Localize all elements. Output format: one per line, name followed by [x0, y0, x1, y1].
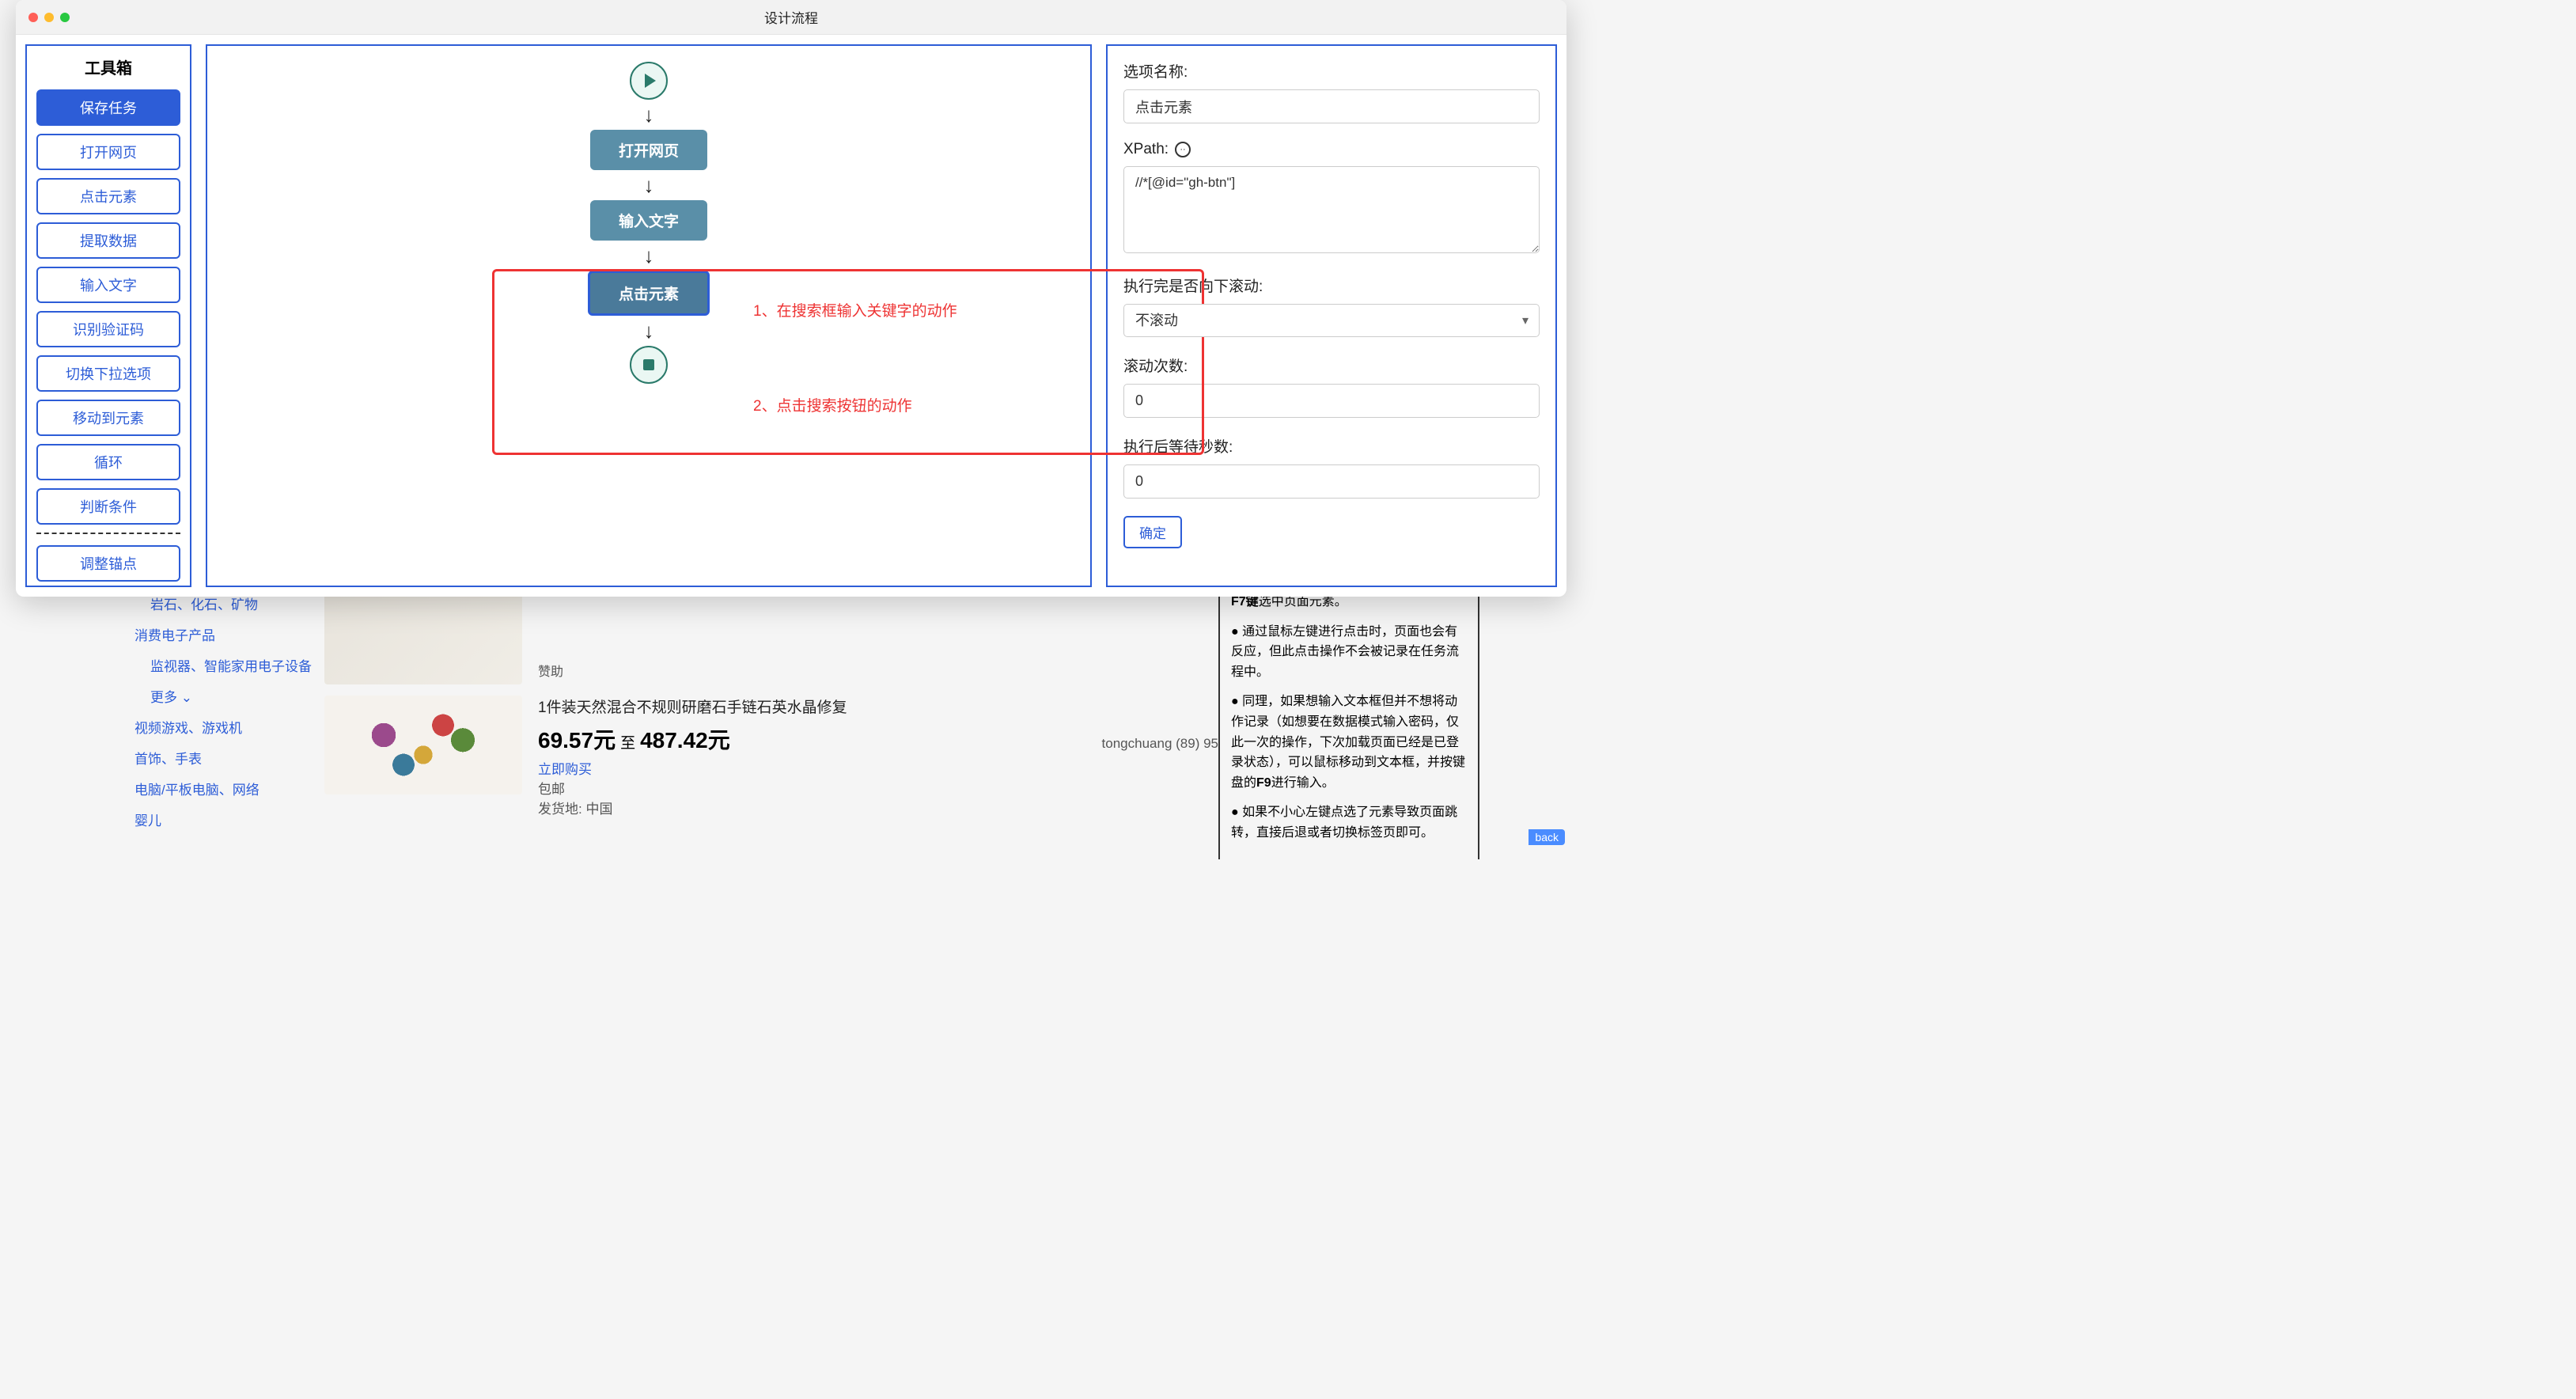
open-webpage-node[interactable]: 打开网页: [590, 130, 707, 170]
annotation-box: [492, 269, 1204, 455]
option-name-label: 选项名称:: [1123, 60, 1540, 82]
recognize-captcha-button[interactable]: 识别验证码: [36, 311, 180, 347]
titlebar: 设计流程: [16, 0, 1566, 35]
open-webpage-button[interactable]: 打开网页: [36, 134, 180, 170]
close-window-button[interactable]: [28, 13, 38, 22]
switch-dropdown-button[interactable]: 切换下拉选项: [36, 355, 180, 392]
category-link[interactable]: 首饰、手表: [134, 748, 324, 768]
shipping-label: 包邮: [538, 778, 1218, 798]
product-image[interactable]: [324, 586, 522, 684]
arrow-icon: ↓: [643, 175, 653, 195]
xpath-label: XPath: ··: [1123, 141, 1540, 158]
scroll-after-select[interactable]: 不滚动: [1123, 304, 1540, 337]
ship-from-label: 发货地: 中国: [538, 798, 1218, 817]
properties-panel: 选项名称: XPath: ·· 执行完是否向下滚动: 不滚动 滚动次数: 执行后…: [1106, 44, 1557, 587]
buy-now-link[interactable]: 立即购买: [538, 758, 1218, 778]
category-sidebar: 岩石、化石、矿物 消费电子产品 监视器、智能家用电子设备 更多 ⌄ 视频游戏、游…: [103, 593, 324, 859]
loop-button[interactable]: 循环: [36, 444, 180, 480]
xpath-input[interactable]: [1123, 166, 1540, 253]
smile-icon: ··: [1175, 142, 1191, 157]
product-image[interactable]: [324, 696, 522, 794]
help-panel: F7键选中页面元素。 ● 通过鼠标左键进行点击时，页面也会有反应，但此点击操作不…: [1218, 586, 1479, 859]
toolbox-panel: 工具箱 保存任务 打开网页 点击元素 提取数据 输入文字 识别验证码 切换下拉选…: [25, 44, 191, 587]
flow-canvas[interactable]: ↓ 打开网页 ↓ 输入文字 ↓ 点击元素 ↓ 1、在搜索框输入关键字的动作 2、…: [206, 44, 1092, 587]
condition-button[interactable]: 判断条件: [36, 488, 180, 525]
play-icon: [644, 74, 655, 88]
category-link[interactable]: 电脑/平板电脑、网络: [134, 779, 324, 798]
extract-data-button[interactable]: 提取数据: [36, 222, 180, 259]
sponsor-label: 赞助: [538, 661, 563, 680]
product-price: 69.57元至487.42元: [538, 723, 730, 755]
annotation-text-1: 1、在搜索框输入关键字的动作: [753, 299, 957, 320]
back-badge[interactable]: back: [1529, 829, 1565, 845]
minimize-window-button[interactable]: [44, 13, 54, 22]
confirm-button[interactable]: 确定: [1123, 516, 1182, 548]
start-node[interactable]: [630, 62, 668, 100]
category-link[interactable]: 消费电子产品: [134, 624, 324, 644]
save-task-button[interactable]: 保存任务: [36, 89, 180, 126]
zoom-window-button[interactable]: [60, 13, 70, 22]
toolbox-heading: 工具箱: [36, 55, 180, 78]
app-window: 设计流程 工具箱 保存任务 打开网页 点击元素 提取数据 输入文字 识别验证码 …: [16, 0, 1566, 597]
arrow-icon: ↓: [643, 104, 653, 125]
seller-info: tongchuang (89) 95: [1102, 736, 1218, 752]
input-text-button[interactable]: 输入文字: [36, 267, 180, 303]
adjust-anchor-button[interactable]: 调整锚点: [36, 545, 180, 582]
annotation-text-2: 2、点击搜索按钮的动作: [753, 394, 912, 415]
category-more-link[interactable]: 更多 ⌄: [134, 686, 324, 706]
category-link[interactable]: 婴儿: [134, 809, 324, 829]
click-element-button[interactable]: 点击元素: [36, 178, 180, 214]
wait-seconds-input[interactable]: [1123, 464, 1540, 499]
window-title: 设计流程: [16, 7, 1566, 27]
divider: [36, 533, 180, 534]
input-text-node[interactable]: 输入文字: [590, 200, 707, 241]
category-link[interactable]: 视频游戏、游戏机: [134, 717, 324, 737]
product-title[interactable]: 1件装天然混合不规则研磨石手链石英水晶修复: [538, 696, 1218, 717]
arrow-icon: ↓: [643, 245, 653, 266]
option-name-input[interactable]: [1123, 89, 1540, 123]
move-to-element-button[interactable]: 移动到元素: [36, 400, 180, 436]
category-link[interactable]: 监视器、智能家用电子设备: [134, 655, 324, 675]
